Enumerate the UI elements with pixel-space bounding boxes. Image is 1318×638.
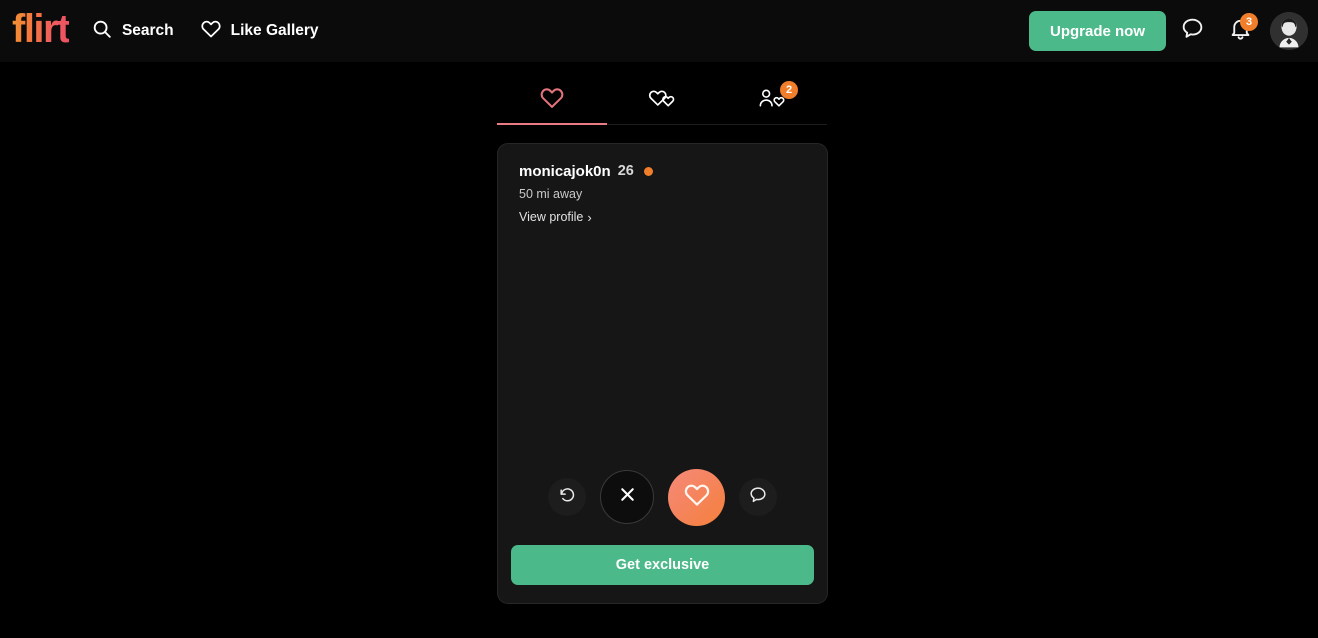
tab-likes[interactable] xyxy=(497,76,607,125)
nav-like-gallery-label: Like Gallery xyxy=(230,22,319,39)
avatar[interactable] xyxy=(1270,12,1308,50)
notifications-badge: 3 xyxy=(1240,13,1258,31)
view-profile-link[interactable]: View profile › xyxy=(519,211,592,224)
top-header: flirt Search Like Gallery Upgrade now 3 xyxy=(0,0,1318,62)
profile-card: monicajok0n 26 50 mi away View profile › xyxy=(497,143,828,604)
cta-container: Get exclusive xyxy=(498,545,827,603)
tab-visitors-badge: 2 xyxy=(780,81,798,99)
undo-arrow-icon xyxy=(558,485,577,509)
notifications-button[interactable]: 3 xyxy=(1218,9,1262,53)
card-tabs: 2 xyxy=(497,76,827,125)
tab-visitors[interactable]: 2 xyxy=(717,76,827,124)
view-profile-label: View profile xyxy=(519,209,584,224)
chevron-right-icon: › xyxy=(587,209,592,225)
nav-like-gallery[interactable]: Like Gallery xyxy=(200,18,319,45)
profile-distance: 50 mi away xyxy=(519,187,583,201)
heart-outline-icon xyxy=(200,18,222,45)
nav-search-label: Search xyxy=(121,22,174,39)
double-heart-icon xyxy=(647,85,677,116)
profile-name-row: monicajok0n 26 xyxy=(519,164,806,179)
chat-bubble-icon xyxy=(748,485,768,510)
rewind-button[interactable] xyxy=(548,478,586,516)
profile-age: 26 xyxy=(617,163,634,180)
tab-matches[interactable] xyxy=(607,76,717,124)
online-status-dot xyxy=(643,167,653,176)
nav-search[interactable]: Search xyxy=(91,18,174,45)
messages-button[interactable] xyxy=(1170,9,1214,53)
app-logo[interactable]: flirt xyxy=(12,9,70,53)
close-x-icon xyxy=(617,484,638,510)
heart-outline-icon xyxy=(539,85,565,116)
get-exclusive-button[interactable]: Get exclusive xyxy=(511,545,814,585)
message-button[interactable] xyxy=(739,478,777,516)
dislike-button[interactable] xyxy=(600,470,654,524)
profile-info: monicajok0n 26 50 mi away View profile › xyxy=(498,144,827,226)
upgrade-now-button[interactable]: Upgrade now xyxy=(1028,11,1166,51)
search-icon xyxy=(91,18,113,45)
avatar-image xyxy=(1270,12,1308,50)
chat-bubble-icon xyxy=(1180,16,1205,46)
profile-actions xyxy=(498,463,827,531)
profile-username: monicajok0n xyxy=(519,163,611,180)
like-button[interactable] xyxy=(668,468,725,526)
heart-filled-icon xyxy=(683,481,711,514)
